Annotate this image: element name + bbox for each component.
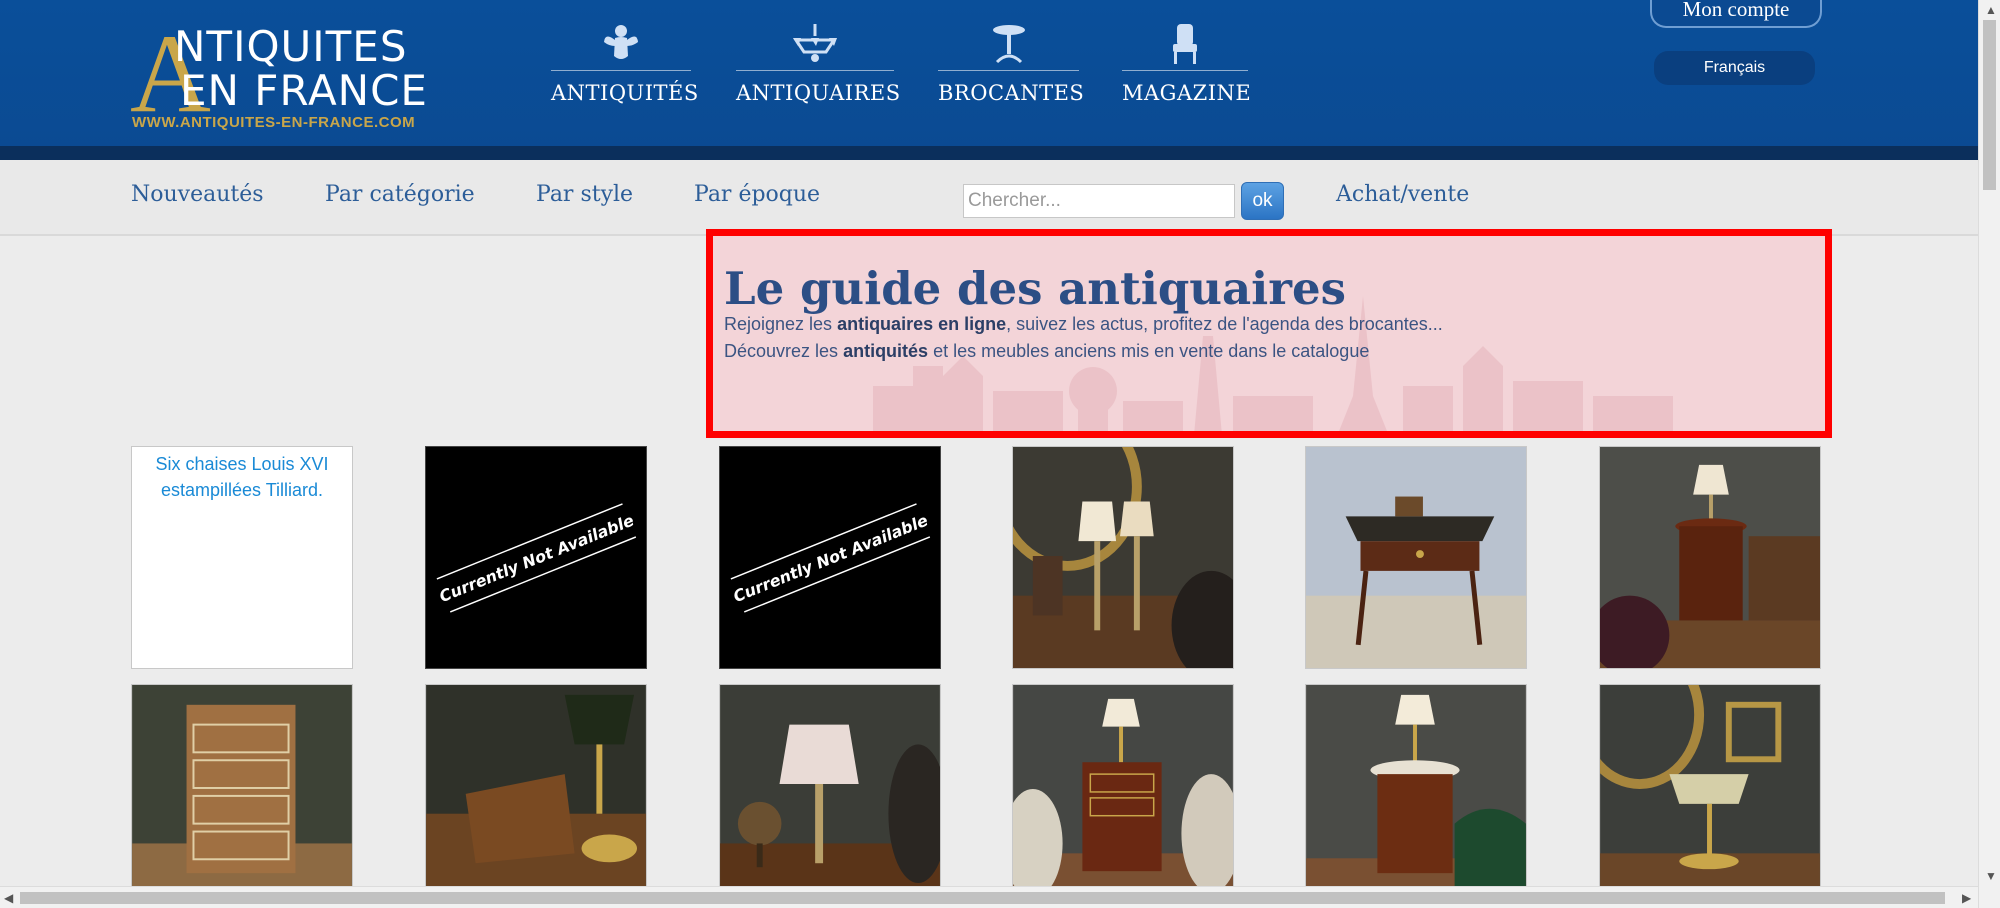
product-thumb-5[interactable]: [1305, 446, 1527, 669]
logo-url: WWW.ANTIQUITES-EN-FRANCE.COM: [132, 114, 416, 131]
product-thumb-6[interactable]: [1599, 446, 1821, 669]
product-thumb-2[interactable]: Currently Not Available: [425, 446, 647, 669]
horizontal-scrollbar[interactable]: ◀ ▶: [0, 886, 1978, 908]
logo-line-2: EN FRANCE: [180, 66, 428, 115]
subnav-achat-vente[interactable]: Achat/vente: [1336, 182, 1469, 207]
product-photo-reading-stand: [426, 685, 646, 887]
nav-antiquaires[interactable]: ANTIQUAIRES: [736, 22, 901, 112]
nav-antiquites-label: ANTIQUITÉS: [551, 81, 699, 105]
nav-brocantes[interactable]: BROCANTES: [938, 22, 1085, 112]
site-logo[interactable]: A NTIQUITES EN FRANCE WWW.ANTIQUITES-EN-…: [130, 18, 440, 134]
scroll-up-arrow-icon[interactable]: ▲: [1985, 4, 1997, 16]
scroll-down-arrow-icon[interactable]: ▼: [1985, 870, 1997, 882]
product-photo-desk: [1306, 447, 1526, 668]
intro-line-1: Rejoignez les antiquaires en ligne, suiv…: [724, 314, 1443, 335]
antiquites-emphasis: antiquités: [843, 341, 929, 361]
product-photo-chest: [132, 685, 352, 887]
subnav-par-epoque[interactable]: Par époque: [694, 182, 820, 207]
product-thumb-4[interactable]: [1012, 446, 1234, 669]
nav-magazine[interactable]: MAGAZINE: [1122, 22, 1252, 112]
intro-line-1-end: , suivez les actus, profitez de l'agenda…: [1006, 314, 1443, 334]
search-input[interactable]: [963, 184, 1235, 218]
intro-line-2-end: et les meubles anciens mis en vente dans…: [928, 341, 1370, 361]
broken-image-alt-text: Six chaises Louis XVI estampillées Tilli…: [155, 454, 329, 501]
intro-line-2: Découvrez les antiquités et les meubles …: [724, 341, 1369, 362]
product-photo-lamp-globe: [720, 685, 940, 887]
cherub-icon: [604, 25, 638, 59]
pedestal-table-icon: [992, 25, 1025, 64]
language-selector[interactable]: Français: [1654, 51, 1815, 85]
scroll-right-arrow-icon[interactable]: ▶: [1962, 892, 1971, 904]
not-available-placeholder: Currently Not Available: [426, 447, 646, 668]
not-available-placeholder: Currently Not Available: [720, 447, 940, 668]
site-header: A NTIQUITES EN FRANCE WWW.ANTIQUITES-EN-…: [0, 0, 1978, 160]
product-photo-bouillotte-lamp: [1600, 685, 1820, 887]
chandelier-icon: [793, 24, 837, 62]
nav-antiquaires-label: ANTIQUAIRES: [736, 81, 901, 105]
nav-brocantes-label: BROCANTES: [938, 81, 1085, 105]
product-thumb-1[interactable]: Six chaises Louis XVI estampillées Tilli…: [131, 446, 353, 669]
scroll-left-arrow-icon[interactable]: ◀: [4, 892, 13, 904]
intro-line-1-start: Rejoignez les: [724, 314, 838, 334]
header-bottom-band: [0, 146, 1978, 160]
subnav-nouveautes[interactable]: Nouveautés: [131, 182, 264, 207]
nav-antiquites[interactable]: ANTIQUITÉS: [551, 22, 699, 112]
vertical-scroll-thumb[interactable]: [1983, 20, 1996, 190]
product-photo-round-table: [1306, 685, 1526, 887]
product-thumb-11[interactable]: [1305, 684, 1527, 888]
intro-banner: Le guide des antiquaires Rejoignez les a…: [706, 229, 1832, 438]
product-photo-bedside-table: [1013, 685, 1233, 887]
antiquaires-en-ligne-emphasis: antiquaires en ligne: [837, 314, 1007, 334]
intro-title: Le guide des antiquaires: [724, 262, 1346, 315]
product-thumb-12[interactable]: [1599, 684, 1821, 888]
vertical-scrollbar[interactable]: ▲ ▼: [1978, 0, 2000, 908]
subnav-par-categorie[interactable]: Par catégorie: [325, 182, 475, 207]
horizontal-scroll-thumb[interactable]: [20, 892, 1945, 904]
product-photo-lamps: [1013, 447, 1233, 668]
logo-line-1: NTIQUITES: [174, 22, 408, 71]
my-account-button[interactable]: Mon compte: [1650, 0, 1822, 28]
product-photo-side-table: [1600, 447, 1820, 668]
intro-line-2-start: Découvrez les: [724, 341, 844, 361]
secondary-nav: Nouveautés Par catégorie Par style Par é…: [0, 160, 1978, 236]
armchair-icon: [1173, 24, 1197, 64]
product-thumb-10[interactable]: [1012, 684, 1234, 888]
product-thumb-8[interactable]: [425, 684, 647, 888]
product-thumb-9[interactable]: [719, 684, 941, 888]
product-thumb-3[interactable]: Currently Not Available: [719, 446, 941, 669]
search-ok-button[interactable]: ok: [1241, 182, 1284, 220]
nav-magazine-label: MAGAZINE: [1122, 81, 1252, 105]
product-thumb-7[interactable]: [131, 684, 353, 888]
subnav-par-style[interactable]: Par style: [536, 182, 633, 207]
